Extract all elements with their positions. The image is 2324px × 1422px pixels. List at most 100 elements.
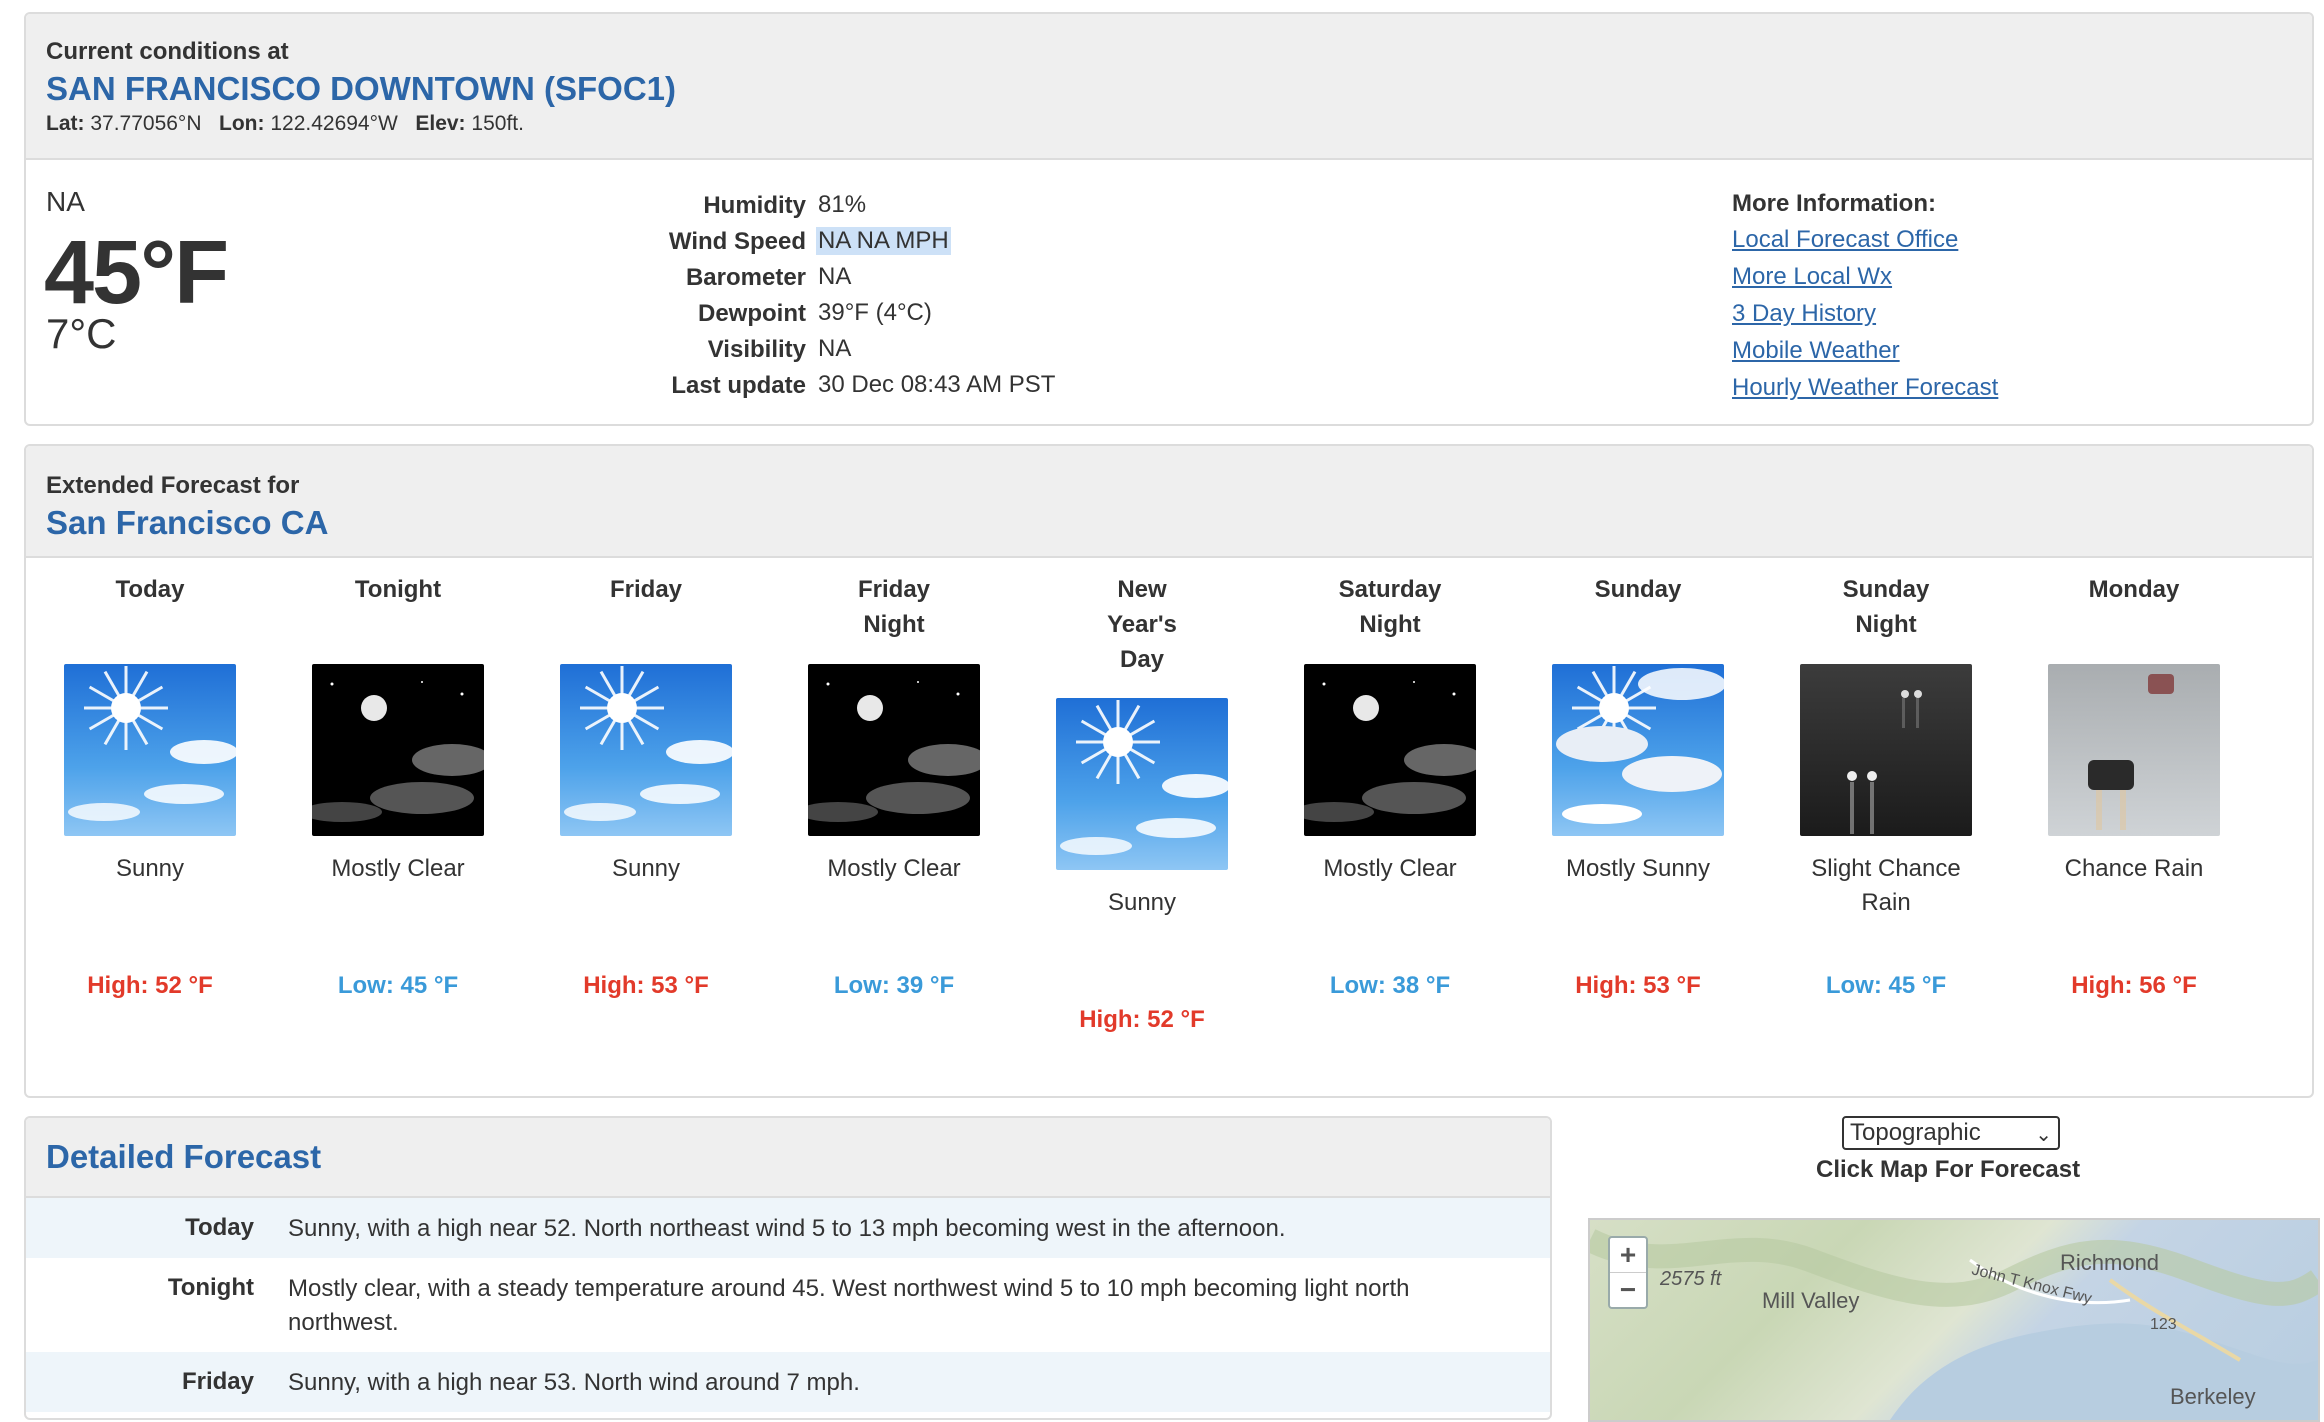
rain-day-icon[interactable] [2048, 664, 2220, 836]
detail-value: 39°F (4°C) [818, 299, 932, 326]
detail-row-wind-speed: Wind Speed NA NA MPH [626, 227, 1226, 264]
more-local-wx-link[interactable]: More Local Wx [1732, 263, 1998, 291]
detailed-forecast-title: Detailed Forecast [46, 1138, 322, 1175]
period-name: Tonight [354, 576, 442, 603]
detail-key: Visibility [707, 336, 806, 363]
detailed-row-text: Sunny, with a high near 52. North northe… [288, 1215, 1286, 1242]
extended-forecast-header: Extended Forecast for San Francisco CA [26, 446, 2312, 558]
mostly-clear-night-icon[interactable] [312, 664, 484, 836]
detail-key: Wind Speed [668, 228, 806, 255]
mostly-clear-night-icon[interactable] [808, 664, 980, 836]
forecast-period: Friday Night Mostly Clear Low: 39 °F [770, 556, 1018, 1000]
forecast-period: Today Sunny High: 52 °F [26, 556, 274, 1000]
period-name: Monday [2088, 576, 2180, 603]
extended-forecast-panel: Extended Forecast for San Francisco CA T… [24, 444, 2314, 1098]
detailed-row-period: Tonight [167, 1274, 254, 1301]
forecast-period: Tonight Mostly Clear Low: 45 °F [274, 556, 522, 1000]
forecast-period: Saturday Night Mostly Clear Low: 38 °F [1266, 556, 1514, 1000]
forecast-period: Sunday Night Slight Chance Rain Low: 45 °F [1762, 556, 2010, 1000]
high-temperature: High: 52 °F [87, 972, 213, 999]
detailed-row-period: Friday [181, 1368, 254, 1395]
period-name: Today [115, 576, 185, 603]
high-temperature: High: 53 °F [583, 972, 709, 999]
map-label-richmond: Richmond [2060, 1250, 2160, 1275]
forecast-map[interactable]: + − 2575 ft Mill Valley Richmond John T … [1588, 1218, 2320, 1422]
detailed-row: Tonight Mostly clear, with a steady temp… [26, 1258, 1550, 1352]
forecast-periods: Today Sunny High: 52 °F Tonight Mostly Clear… [26, 556, 2312, 1076]
detail-value: NA [818, 263, 852, 290]
period-name: New Year's Day [1107, 576, 1177, 673]
conditions-detail-table: Humidity 81% Wind Speed NA NA MPH Barome… [626, 191, 1226, 408]
detail-value: 30 Dec 08:43 AM PST [818, 371, 1056, 398]
three-day-history-link[interactable]: 3 Day History [1732, 300, 1998, 328]
period-description: Chance Rain [2064, 855, 2204, 882]
period-description: Mostly Clear [331, 855, 465, 882]
period-description: Slight Chance Rain [1811, 855, 1961, 916]
detail-key: Humidity [703, 192, 806, 219]
detailed-forecast-header: Detailed Forecast [26, 1118, 1550, 1198]
temperature-c: 7°C [46, 310, 117, 357]
lat-label: Lat: [46, 112, 85, 135]
current-conditions-panel: Current conditions at SAN FRANCISCO DOWN… [24, 12, 2314, 426]
station-name: SAN FRANCISCO DOWNTOWN (SFOC1) [46, 70, 677, 107]
period-name: Friday Night [857, 576, 931, 638]
forecast-period: Sunday Mostly Sunny High: 53 °F [1514, 556, 1762, 1000]
high-temperature: High: 56 °F [2071, 972, 2197, 999]
detail-row-dewpoint: Dewpoint 39°F (4°C) [626, 299, 1226, 336]
period-name: Sunday [1594, 576, 1682, 603]
lon-label: Lon: [219, 112, 265, 135]
sunny-icon[interactable] [1056, 698, 1228, 870]
lon-value: 122.42694°W [270, 112, 398, 135]
detail-row-barometer: Barometer NA [626, 263, 1226, 300]
rain-night-icon[interactable] [1800, 664, 1972, 836]
detailed-forecast-panel: Detailed Forecast Today Sunny, with a hi… [24, 1116, 1552, 1420]
mostly-clear-night-icon[interactable] [1304, 664, 1476, 836]
lat-value: 37.77056°N [90, 112, 202, 135]
low-temperature: Low: 39 °F [833, 972, 955, 999]
detail-row-humidity: Humidity 81% [626, 191, 1226, 228]
hourly-weather-forecast-link[interactable]: Hourly Weather Forecast [1732, 374, 1998, 402]
zoom-out-button[interactable]: − [1610, 1273, 1646, 1307]
period-name: Saturday Night [1338, 576, 1442, 638]
forecast-period: Monday Chance Rain High: 56 °F [2010, 556, 2258, 1000]
mobile-weather-link[interactable]: Mobile Weather [1732, 337, 1998, 365]
low-temperature: Low: 45 °F [1825, 972, 1947, 999]
detail-key: Last update [671, 372, 806, 399]
map-label-elevation: 2575 ft [1660, 1268, 1722, 1290]
period-description: Mostly Sunny [1565, 855, 1711, 882]
detail-key: Barometer [685, 264, 806, 291]
low-temperature: Low: 38 °F [1329, 972, 1451, 999]
map-type-select[interactable]: Topographic ⌄ [1842, 1116, 2060, 1150]
period-name: Friday [609, 576, 683, 603]
high-temperature: High: 53 °F [1575, 972, 1701, 999]
map-label-route: 123 [2150, 1316, 2177, 1333]
sunny-icon[interactable] [560, 664, 732, 836]
local-forecast-office-link[interactable]: Local Forecast Office [1732, 226, 1998, 254]
chevron-down-icon: ⌄ [2035, 1124, 2052, 1146]
period-description: Mostly Clear [1323, 855, 1457, 882]
period-description: Sunny [115, 855, 185, 882]
current-condition: NA [46, 186, 85, 217]
forecast-place: San Francisco CA [46, 504, 329, 541]
current-conditions-label: Current conditions at [46, 38, 289, 65]
period-description: Mostly Clear [827, 855, 961, 882]
detailed-row-text: Sunny, with a high near 53. North wind a… [288, 1369, 860, 1396]
mostly-sunny-icon[interactable] [1552, 664, 1724, 836]
period-description: Sunny [611, 855, 681, 882]
detailed-row-text: Mostly clear, with a steady temperature … [288, 1275, 1410, 1336]
detail-value: 81% [818, 191, 867, 218]
map-type-selected-value: Topographic [1850, 1119, 1981, 1146]
sunny-icon[interactable] [64, 664, 236, 836]
detailed-forecast-rows: Today Sunny, with a high near 52. North … [26, 1198, 1550, 1412]
extended-forecast-label: Extended Forecast for [46, 472, 300, 499]
map-label-berkeley: Berkeley [2170, 1384, 2256, 1409]
map-zoom-control: + − [1608, 1236, 1648, 1309]
forecast-period: Friday Sunny High: 53 °F [522, 556, 770, 1000]
zoom-in-button[interactable]: + [1610, 1238, 1646, 1273]
elev-value: 150ft. [471, 112, 524, 135]
detail-value: NA [818, 335, 852, 362]
detailed-row: Today Sunny, with a high near 52. North … [26, 1198, 1550, 1258]
more-information: More Information: Local Forecast Office … [1732, 190, 1998, 411]
detailed-row-period: Today [185, 1214, 254, 1241]
low-temperature: Low: 45 °F [337, 972, 459, 999]
